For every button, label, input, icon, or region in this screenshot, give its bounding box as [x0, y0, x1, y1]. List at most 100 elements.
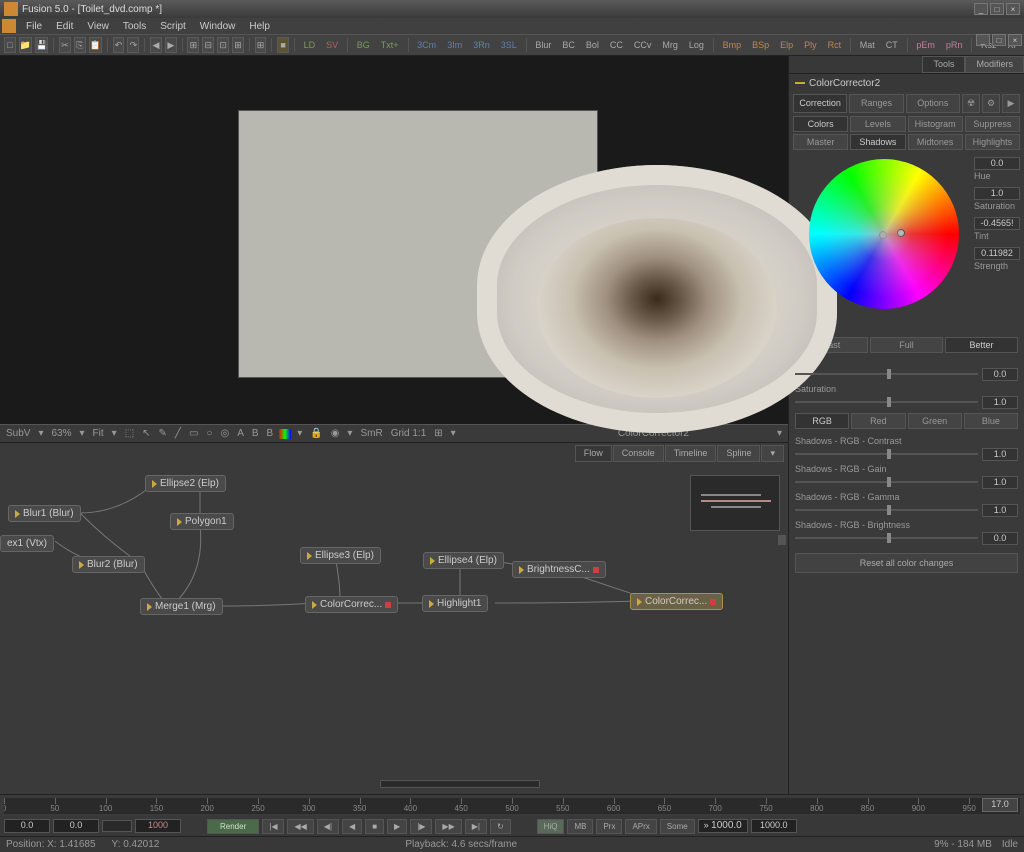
menu-script[interactable]: Script [154, 20, 192, 33]
viewer-panel[interactable] [0, 56, 788, 424]
tool-blur[interactable]: Blur [531, 37, 555, 53]
tool-elp[interactable]: Elp [776, 37, 797, 53]
highlights-subtab[interactable]: Highlights [965, 134, 1020, 150]
menu-edit[interactable]: Edit [50, 20, 79, 33]
tool-bol[interactable]: Bol [582, 37, 603, 53]
red-tab[interactable]: Red [851, 413, 905, 429]
maximize-button[interactable]: □ [990, 3, 1004, 15]
modifiers-tab[interactable]: Modifiers [965, 56, 1024, 73]
ranges-tab[interactable]: Ranges [849, 94, 903, 113]
range-bar[interactable] [102, 820, 132, 832]
node-colorcorrec2[interactable]: ColorCorrec... [630, 593, 723, 610]
tool-ccv[interactable]: CCv [630, 37, 656, 53]
close-button[interactable]: × [1006, 3, 1020, 15]
cut-button[interactable]: ✂ [59, 37, 71, 53]
node-polygon1[interactable]: Polygon1 [170, 513, 234, 530]
suppress-subtab[interactable]: Suppress [965, 116, 1020, 132]
range-end[interactable]: 1000.0 [751, 819, 797, 833]
tool-move-icon[interactable]: ↖ [140, 428, 152, 439]
doc-close-button[interactable]: × [1008, 34, 1022, 46]
tool-bsp[interactable]: BSp [748, 37, 773, 53]
tool-target-icon[interactable]: ◎ [218, 428, 231, 439]
layout2-button[interactable]: ⊟ [202, 37, 214, 53]
copy-button[interactable]: ⎘ [74, 37, 86, 53]
node-header[interactable]: ColorCorrector2 [789, 74, 1024, 92]
flow-panel[interactable]: Flow Console Timeline Spline ▾ [0, 442, 788, 794]
tool-txt[interactable]: Txt+ [377, 37, 403, 53]
tool-3cm[interactable]: 3Cm [413, 37, 440, 53]
blue-tab[interactable]: Blue [964, 413, 1018, 429]
gain-value[interactable]: 1.0 [982, 476, 1018, 489]
tint-better[interactable]: Better [945, 337, 1018, 353]
redo-button[interactable]: ↷ [127, 37, 139, 53]
b-button[interactable]: B [250, 428, 261, 439]
contrast-slider[interactable] [795, 453, 978, 455]
undo-button[interactable]: ↶ [113, 37, 125, 53]
reset-button[interactable]: Reset all color changes [795, 553, 1018, 573]
tool-prn[interactable]: pRn [942, 37, 967, 53]
tool-bmp[interactable]: Bmp [719, 37, 746, 53]
triangle-icon[interactable]: ▶ [1002, 94, 1020, 113]
node-colorcorrec1[interactable]: ColorCorrec... [305, 596, 398, 613]
a-button[interactable]: A [235, 428, 246, 439]
new-button[interactable]: □ [4, 37, 16, 53]
contrast-value[interactable]: 1.0 [982, 448, 1018, 461]
current-frame[interactable]: 17.0 [982, 798, 1018, 812]
sat2-value[interactable]: 1.0 [982, 396, 1018, 409]
color-wheel[interactable] [809, 159, 959, 309]
mb-button[interactable]: MB [567, 819, 593, 834]
view-menu-icon[interactable]: ▾ [775, 428, 784, 439]
range-unk[interactable]: 1000 [135, 819, 181, 833]
layout4-button[interactable]: ⊞ [232, 37, 244, 53]
prev-frame-icon[interactable]: ◀| [317, 819, 339, 834]
minimap[interactable] [690, 475, 780, 531]
tool-bg[interactable]: BG [353, 37, 374, 53]
rgb-tab[interactable]: RGB [795, 413, 849, 429]
toggle-button[interactable]: ■ [277, 37, 289, 53]
flow-hscrollbar[interactable] [380, 780, 540, 788]
menu-help[interactable]: Help [243, 20, 276, 33]
tool-line-icon[interactable]: ╱ [173, 428, 183, 439]
tool-cc[interactable]: CC [606, 37, 627, 53]
colors-subtab[interactable]: Colors [793, 116, 848, 132]
gear-icon[interactable]: ⚙ [982, 94, 1000, 113]
strength-value[interactable]: 0.11982 [974, 247, 1020, 260]
step-fwd-icon[interactable]: ▶▶ [435, 819, 461, 834]
tint-full[interactable]: Full [870, 337, 943, 353]
tool-pencil-icon[interactable]: ✎ [157, 428, 169, 439]
tool-bc[interactable]: BC [558, 37, 579, 53]
prx-button[interactable]: Prx [596, 819, 622, 834]
menu-view[interactable]: View [81, 20, 115, 33]
save-button[interactable]: 💾 [35, 37, 48, 53]
doc-minimize-button[interactable]: _ [976, 34, 990, 46]
brightness-slider[interactable] [795, 537, 978, 539]
console-tab[interactable]: Console [613, 445, 664, 462]
tool-rct[interactable]: Rct [824, 37, 846, 53]
some-button[interactable]: Some [660, 819, 695, 834]
saturation-value[interactable]: 1.0 [974, 187, 1020, 200]
next-button[interactable]: ▶ [165, 37, 177, 53]
levels-subtab[interactable]: Levels [850, 116, 905, 132]
play-back-icon[interactable]: ◀ [342, 819, 362, 834]
grid-label[interactable]: Grid 1:1 [389, 428, 429, 439]
green-tab[interactable]: Green [908, 413, 962, 429]
tool-ellipse-icon[interactable]: ○ [204, 428, 214, 439]
tool-mrg[interactable]: Mrg [658, 37, 682, 53]
tint-value[interactable]: -0.4565! [974, 217, 1020, 230]
doc-maximize-button[interactable]: □ [992, 34, 1006, 46]
spline-tab[interactable]: Spline [717, 445, 760, 462]
tool-sv[interactable]: SV [322, 37, 342, 53]
menu-window[interactable]: Window [194, 20, 242, 33]
histogram-subtab[interactable]: Histogram [908, 116, 963, 132]
layout3-button[interactable]: ⊡ [217, 37, 229, 53]
gain-slider[interactable] [795, 481, 978, 483]
prev-button[interactable]: ◀ [150, 37, 162, 53]
hue-value[interactable]: 0.0 [974, 157, 1020, 170]
midtones-subtab[interactable]: Midtones [908, 134, 963, 150]
node-merge1[interactable]: Merge1 (Mrg) [140, 598, 223, 615]
tool-ld[interactable]: LD [300, 37, 320, 53]
scope-icon[interactable]: ◉ [329, 428, 342, 439]
wheel-handle-center[interactable] [879, 231, 887, 239]
node-blur1[interactable]: Blur1 (Blur) [8, 505, 81, 522]
flow-tab[interactable]: Flow [575, 445, 612, 462]
